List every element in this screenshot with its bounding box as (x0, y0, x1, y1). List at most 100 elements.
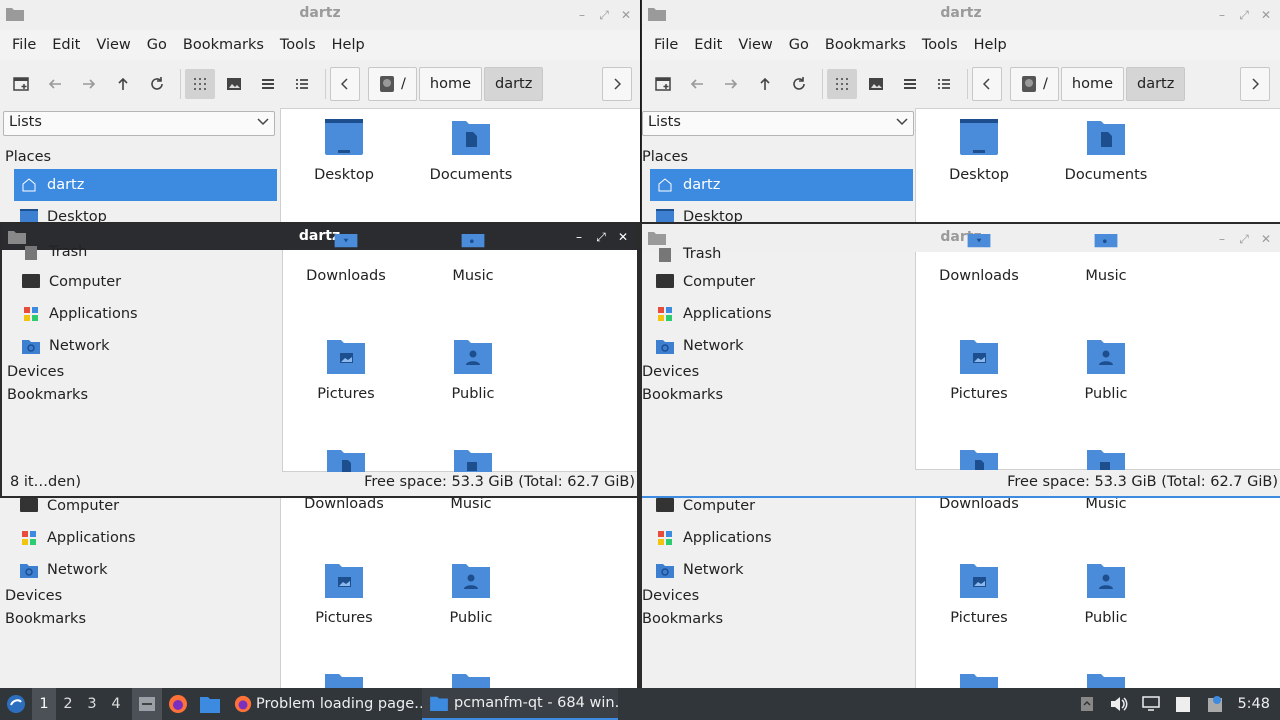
update-notifier-icon[interactable] (1199, 695, 1231, 713)
section-places[interactable]: Places (642, 149, 688, 165)
file-icon-view[interactable]: Desktop Documents (915, 108, 1280, 222)
path-root-button[interactable]: / (368, 67, 417, 101)
path-root-button[interactable]: / (1010, 67, 1059, 101)
new-tab-icon[interactable] (648, 69, 678, 99)
menu-bookmarks[interactable]: Bookmarks (175, 37, 272, 53)
thumbnail-view-icon[interactable] (861, 69, 891, 99)
start-menu-button[interactable] (0, 688, 32, 720)
menu-view[interactable]: View (88, 37, 138, 53)
section-devices[interactable]: Devices (642, 364, 699, 380)
compact-view-icon[interactable] (253, 69, 283, 99)
place-computer[interactable]: Computer (16, 266, 279, 298)
maximize-icon[interactable]: ⤢ (596, 6, 612, 24)
file-item-music[interactable]: Music (418, 234, 528, 284)
file-item-public[interactable]: Public (1051, 560, 1161, 626)
new-tab-icon[interactable] (6, 69, 36, 99)
section-places[interactable]: Places (5, 149, 51, 165)
close-icon[interactable]: ✕ (1258, 6, 1274, 24)
menu-view[interactable]: View (730, 37, 780, 53)
place-applications[interactable]: Applications (650, 298, 913, 330)
place-computer[interactable]: Computer (14, 498, 277, 522)
side-pane-mode-select[interactable]: Lists (642, 111, 914, 136)
minimize-icon[interactable]: – (1214, 6, 1230, 24)
file-item-downloads[interactable]: Downloads (291, 234, 401, 284)
file-item-desktop[interactable]: Desktop (924, 117, 1034, 183)
menu-tools[interactable]: Tools (914, 37, 966, 53)
detailed-view-icon[interactable] (287, 69, 317, 99)
close-icon[interactable]: ✕ (1258, 230, 1274, 248)
place-applications[interactable]: Applications (650, 522, 913, 554)
path-segment-dartz[interactable]: dartz (484, 67, 544, 101)
file-icon-view[interactable]: Downloads Music Pictures Public (915, 498, 1280, 688)
menu-bookmarks[interactable]: Bookmarks (817, 37, 914, 53)
up-icon[interactable] (108, 69, 138, 99)
section-devices[interactable]: Devices (642, 588, 699, 604)
file-item-public[interactable]: Public (418, 336, 528, 402)
menu-help[interactable]: Help (966, 37, 1015, 53)
reload-icon[interactable] (784, 69, 814, 99)
reload-icon[interactable] (142, 69, 172, 99)
place-trash[interactable]: Trash (16, 236, 279, 268)
maximize-icon[interactable]: ⤢ (1236, 230, 1252, 248)
up-icon[interactable] (750, 69, 780, 99)
file-item-videos[interactable] (1051, 670, 1161, 688)
close-icon[interactable]: ✕ (618, 6, 634, 24)
minimize-icon[interactable]: – (571, 228, 587, 246)
path-scroll-right-button[interactable] (1240, 67, 1270, 101)
thumbnail-view-icon[interactable] (219, 69, 249, 99)
place-network[interactable]: Network (14, 554, 277, 586)
firefox-launcher[interactable] (162, 688, 194, 720)
file-item-templates[interactable] (289, 670, 399, 688)
window-titlebar[interactable]: dartz – ⤢ ✕ (0, 0, 640, 30)
place-home[interactable]: dartz (14, 169, 277, 201)
place-home[interactable]: dartz (650, 169, 913, 201)
file-item-music[interactable]: Music (1051, 498, 1161, 512)
maximize-icon[interactable]: ⤢ (593, 228, 609, 246)
window-titlebar[interactable]: dartz – ⤢ ✕ (642, 0, 1280, 30)
network-tray-icon[interactable] (1135, 696, 1167, 712)
file-item-downloads[interactable]: Downloads (924, 234, 1034, 284)
place-network[interactable]: Network (650, 554, 913, 586)
clock[interactable]: 5:48 (1231, 696, 1280, 712)
place-applications[interactable]: Applications (14, 522, 277, 554)
section-devices[interactable]: Devices (5, 588, 62, 604)
detailed-view-icon[interactable] (929, 69, 959, 99)
file-item-desktop[interactable]: Desktop (289, 117, 399, 183)
compact-view-icon[interactable] (895, 69, 925, 99)
file-icon-view[interactable]: Downloads Music Pictures Public (280, 498, 637, 688)
minimize-icon[interactable]: – (574, 6, 590, 24)
workspace-4[interactable]: 4 (104, 696, 128, 712)
menu-edit[interactable]: Edit (44, 37, 88, 53)
path-segment-home[interactable]: home (418, 67, 482, 101)
place-network[interactable]: Network (650, 330, 913, 362)
file-item-public[interactable]: Public (1051, 336, 1161, 402)
task-firefox[interactable]: Problem loading page… (226, 688, 422, 720)
section-devices[interactable]: Devices (7, 364, 64, 380)
forward-icon[interactable] (716, 69, 746, 99)
clipboard-icon[interactable] (1167, 695, 1199, 713)
file-icon-view[interactable]: Desktop Documents (280, 108, 640, 222)
file-item-documents[interactable]: Documents (1051, 117, 1161, 183)
section-bookmarks[interactable]: Bookmarks (7, 387, 88, 403)
path-scroll-left-button[interactable] (972, 67, 1002, 101)
file-item-public[interactable]: Public (416, 560, 526, 626)
place-desktop[interactable]: Desktop (14, 201, 277, 222)
file-item-pictures[interactable]: Pictures (924, 336, 1034, 402)
path-segment-dartz[interactable]: dartz (1126, 67, 1186, 101)
file-item-music[interactable]: Music (1051, 234, 1161, 284)
place-desktop[interactable]: Desktop (650, 201, 913, 222)
maximize-icon[interactable]: ⤢ (1236, 6, 1252, 24)
back-icon[interactable] (682, 69, 712, 99)
icon-view-icon[interactable] (827, 69, 857, 99)
menu-go[interactable]: Go (139, 37, 175, 53)
file-item-templates[interactable] (924, 670, 1034, 688)
file-item-downloads[interactable]: Downloads (924, 498, 1034, 512)
file-item-videos[interactable] (416, 670, 526, 688)
section-bookmarks[interactable]: Bookmarks (642, 611, 723, 627)
menu-file[interactable]: File (646, 37, 686, 53)
file-item-music[interactable]: Music (416, 498, 526, 512)
place-network[interactable]: Network (16, 330, 279, 362)
workspace-3[interactable]: 3 (80, 696, 104, 712)
show-desktop-button[interactable] (132, 688, 162, 720)
file-item-pictures[interactable]: Pictures (291, 336, 401, 402)
